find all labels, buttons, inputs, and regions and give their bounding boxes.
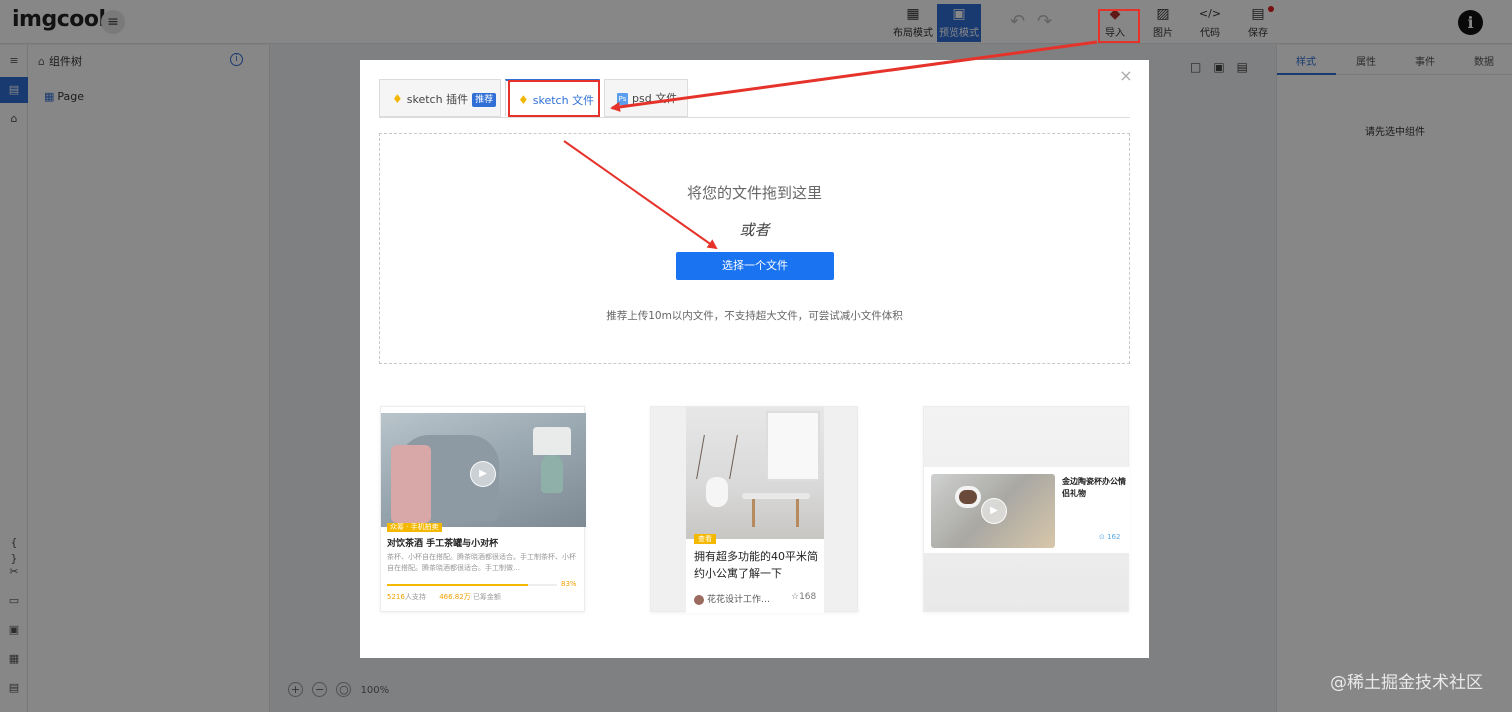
stat-people: 5216 (387, 593, 405, 601)
vase-shape (706, 477, 728, 507)
card-stat: ⊙ 162 (1099, 533, 1121, 541)
sketch-file-highlight-box (508, 80, 600, 117)
cup-shape (955, 486, 981, 508)
tab-psd-file[interactable]: Ps psd 文件 (604, 79, 688, 117)
table-leg-shape (752, 499, 755, 527)
example-card-apartment[interactable]: 查看 拥有超多功能的40平米简约小公寓了解一下 花花设计工作… ☆168 (650, 406, 858, 613)
card-stats: 5216人支持 466.82万 已筹金额 (387, 592, 501, 602)
avatar (694, 594, 704, 605)
watermark: @稀土掘金技术社区 (1330, 673, 1483, 693)
dropzone-or: 或者 (739, 221, 770, 239)
card-title: 金边陶瓷杯办公情侣礼物 (1062, 477, 1126, 498)
play-icon[interactable]: ▶ (470, 461, 496, 487)
card-progress-fill (387, 584, 529, 586)
tab-sketch-plugin[interactable]: ♦ sketch 插件 推荐 (379, 79, 501, 117)
card-image-mug: ▶ (931, 474, 1055, 548)
card-tag: 众筹 · 手机拍卖 (387, 523, 442, 532)
card-image-room (686, 407, 824, 539)
mug-card-row: ▶ 金边陶瓷杯办公情侣礼物 ⊙ 162 (924, 467, 1130, 553)
file-dropzone[interactable]: 将您的文件拖到这里 或者 选择一个文件 推荐上传10m以内文件，不支持超大文件，… (379, 133, 1130, 364)
example-card-crowdfunding[interactable]: ▶ 众筹 · 手机拍卖 对饮茶酒 手工茶罐与小对杯 茶杯、小杯自在搭配。腾茶晓酒… (380, 406, 586, 612)
card-progress-bar (387, 584, 557, 586)
card-title: 对饮茶酒 手工茶罐与小对杯 (387, 539, 499, 549)
throw-blanket-shape (391, 445, 431, 523)
table-leg-shape (796, 499, 799, 527)
apartment-card-body: 查看 拥有超多功能的40平米简约小公寓了解一下 花花设计工作… ☆168 (686, 407, 824, 613)
dropzone-title: 将您的文件拖到这里 (686, 184, 822, 202)
lamp-shade-shape (533, 427, 571, 455)
import-highlight-box (1098, 9, 1140, 43)
choose-file-button[interactable]: 选择一个文件 (676, 252, 834, 280)
card-author: 花花设计工作… (694, 592, 770, 605)
lamp-base-shape (541, 455, 563, 493)
card-tag: 查看 (694, 534, 716, 544)
card-progress-label: 83% (561, 580, 577, 588)
tab-sketch-plugin-label: sketch 插件 (406, 93, 469, 106)
recommended-badge: 推荐 (472, 93, 497, 107)
import-modal: × ♦ sketch 插件 推荐 ♦ sketch 文件 Ps psd 文件 将您的文件… (360, 60, 1149, 658)
sketch-icon: ♦ (392, 92, 403, 106)
dropzone-hint: 推荐上传10m以内文件，不支持超大文件，可尝试减小文件体积 (606, 310, 903, 322)
author-name: 花花设计工作… (707, 595, 771, 605)
play-icon[interactable]: ▶ (981, 498, 1007, 524)
branch-shape (696, 435, 738, 479)
example-card-mug[interactable]: ▶ 金边陶瓷杯办公情侣礼物 ⊙ 162 (923, 406, 1130, 612)
card-image-armchair: ▶ (381, 413, 586, 527)
tab-psd-file-label: psd 文件 (632, 92, 678, 105)
card-title: 拥有超多功能的40平米简约小公寓了解一下 (694, 550, 818, 580)
stat-people-label: 人支持 (404, 593, 426, 601)
stat-amount: 466.82万 (439, 593, 471, 601)
close-icon[interactable]: × (1118, 68, 1134, 84)
card-description: 茶杯、小杯自在搭配。腾茶晓酒都很适合。手工制茶杯、小杯自在搭配。腾茶晓酒都很适合… (387, 553, 576, 572)
window-shape (766, 411, 820, 481)
psd-icon: Ps (617, 93, 628, 105)
card-likes: ☆168 (791, 592, 817, 602)
stat-amount-label: 已筹金额 (472, 593, 501, 601)
